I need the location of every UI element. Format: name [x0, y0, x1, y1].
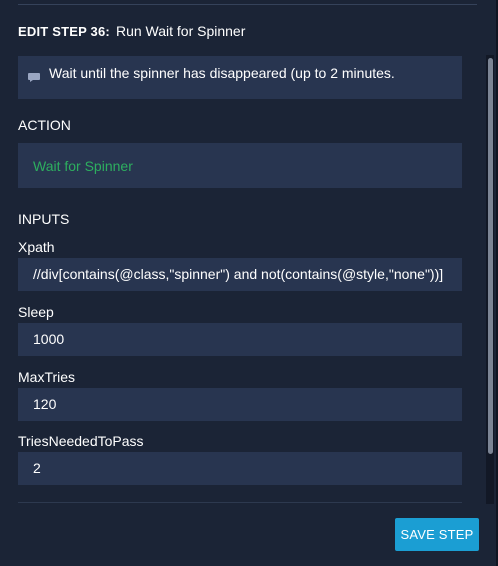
maxtries-label: MaxTries [18, 369, 76, 385]
action-section-label: ACTION [18, 117, 71, 133]
step-number-label: EDIT STEP 36: [18, 24, 110, 39]
xpath-label: Xpath [18, 239, 55, 255]
sleep-input[interactable]: 1000 [18, 323, 462, 356]
maxtries-input[interactable]: 120 [18, 388, 462, 421]
edit-step-header: EDIT STEP 36: Run Wait for Spinner [18, 23, 245, 40]
top-divider [18, 4, 477, 5]
inputs-section-label: INPUTS [18, 211, 70, 227]
step-description-text: Wait until the spinner has disappeared (… [49, 65, 395, 81]
step-title: Run Wait for Spinner [115, 23, 246, 39]
comment-icon [28, 69, 40, 82]
save-step-button[interactable]: SAVE STEP [395, 518, 479, 551]
step-description-box: Wait until the spinner has disappeared (… [18, 56, 462, 99]
action-selector[interactable]: Wait for Spinner [18, 143, 462, 188]
scrollbar-thumb[interactable] [488, 58, 493, 454]
action-value: Wait for Spinner [33, 158, 133, 174]
xpath-input[interactable]: //div[contains(@class,"spinner") and not… [18, 258, 462, 291]
footer-divider [18, 502, 462, 503]
sleep-label: Sleep [18, 304, 54, 320]
tries-needed-input[interactable]: 2 [18, 452, 462, 485]
tries-needed-label: TriesNeededToPass [18, 433, 144, 449]
